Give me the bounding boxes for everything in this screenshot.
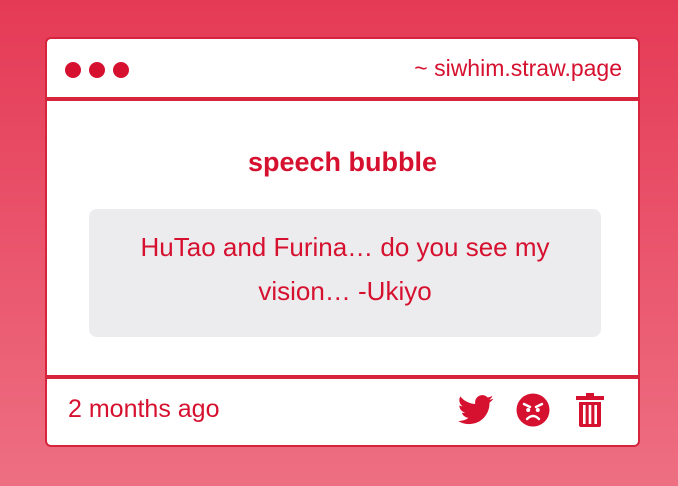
site-url-link[interactable]: ~ siwhim.straw.page (414, 55, 622, 82)
window-dot (65, 62, 81, 78)
window-dot (113, 62, 129, 78)
window-controls (65, 62, 129, 78)
speech-bubble: HuTao and Furina… do you see my vision… … (89, 209, 601, 337)
window-titlebar: ~ siwhim.straw.page (47, 39, 638, 101)
post-footer: 2 months ago (47, 375, 638, 445)
window-dot (89, 62, 105, 78)
post-content: speech bubble HuTao and Furina… do you s… (47, 101, 638, 379)
delete-button[interactable] (570, 390, 610, 430)
post-actions (456, 390, 610, 430)
react-angry-button[interactable] (513, 390, 553, 430)
post-timestamp: 2 months ago (68, 395, 220, 423)
trash-icon (576, 393, 604, 427)
share-twitter-button[interactable] (456, 390, 496, 430)
post-title: speech bubble (247, 147, 438, 177)
twitter-bird-icon (458, 395, 494, 425)
post-card: ~ siwhim.straw.page speech bubble HuTao … (45, 37, 640, 447)
message-text: HuTao and Furina… do you see my vision… … (140, 232, 550, 306)
angry-face-icon (516, 393, 550, 427)
